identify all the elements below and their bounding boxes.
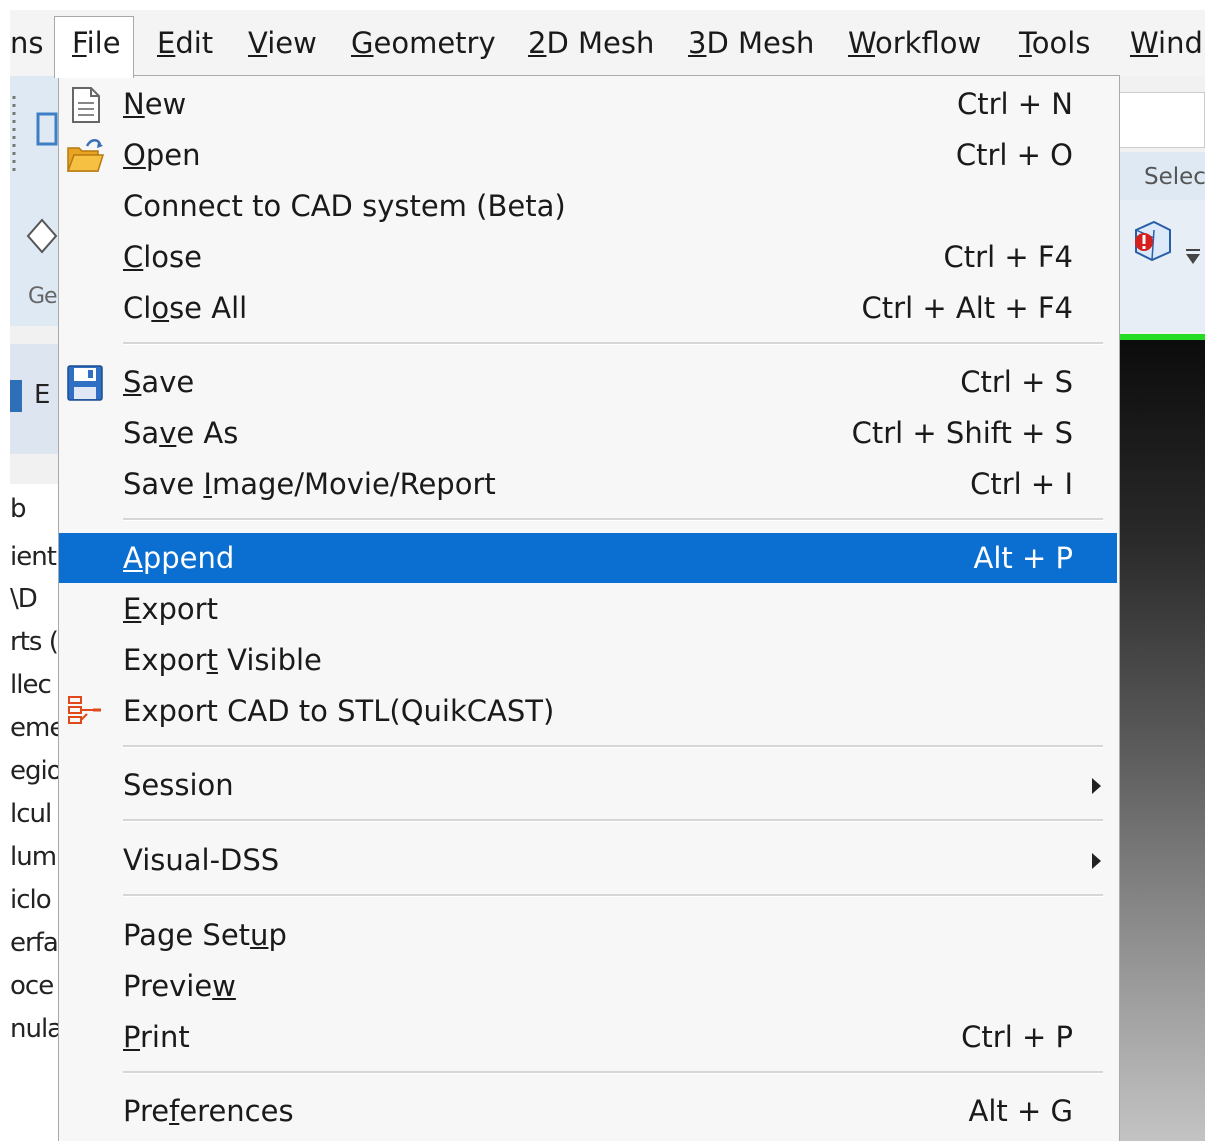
shortcut-label: Ctrl + S bbox=[960, 365, 1073, 399]
tree-item[interactable]: oce bbox=[10, 971, 54, 1001]
menu-item-close-all[interactable]: Close All Ctrl + Alt + F4 bbox=[59, 283, 1117, 333]
shortcut-label: Alt + G bbox=[968, 1094, 1073, 1128]
menu-separator bbox=[123, 1071, 1103, 1074]
tree-item[interactable]: erfa bbox=[10, 928, 59, 958]
menu-item-session[interactable]: Session bbox=[59, 760, 1117, 810]
menu-item-connect-cad[interactable]: Connect to CAD system (Beta) bbox=[59, 181, 1117, 231]
menu-file[interactable]: File bbox=[72, 26, 121, 60]
menu-item-new[interactable]: New Ctrl + N bbox=[59, 79, 1117, 129]
menu-edit[interactable]: Edit bbox=[157, 26, 213, 60]
select-tab-label[interactable]: Selec bbox=[1144, 164, 1205, 190]
tree-item[interactable]: lum bbox=[10, 842, 57, 872]
menu-item-label: Save Image/Movie/Report bbox=[123, 467, 496, 501]
menu-item-export[interactable]: Export bbox=[59, 584, 1117, 634]
ribbon-dotted-grip-icon bbox=[12, 96, 58, 174]
menu-item-close[interactable]: Close Ctrl + F4 bbox=[59, 232, 1117, 282]
tree-item[interactable]: llec bbox=[10, 670, 52, 700]
new-file-icon bbox=[72, 87, 100, 123]
right-toolbar-field bbox=[1118, 92, 1205, 148]
menu-item-preview[interactable]: Preview bbox=[59, 961, 1117, 1011]
shortcut-label: Ctrl + I bbox=[970, 467, 1073, 501]
3d-viewport[interactable] bbox=[1118, 334, 1205, 1141]
tree-tab-label: E bbox=[34, 380, 50, 410]
menu-3d-mesh[interactable]: 3D Mesh bbox=[688, 26, 814, 60]
menu-workflow[interactable]: Workflow bbox=[848, 26, 981, 60]
menu-item-page-setup[interactable]: Page Setup bbox=[59, 910, 1117, 960]
menu-item-label: Export bbox=[123, 592, 218, 626]
shortcut-label: Ctrl + N bbox=[956, 87, 1073, 121]
menu-item-label: Print bbox=[123, 1020, 190, 1054]
ribbon-label-geometry: Ge bbox=[28, 284, 58, 309]
tree-tab-icon bbox=[10, 380, 22, 412]
tree-item[interactable]: nula bbox=[10, 1014, 60, 1044]
shortcut-label: Ctrl + P bbox=[961, 1020, 1073, 1054]
menu-separator bbox=[123, 819, 1103, 822]
menu-item-label: Preferences bbox=[123, 1094, 294, 1128]
tree-item[interactable]: egio bbox=[10, 756, 60, 786]
toolbar-dropdown-icon[interactable] bbox=[1184, 248, 1202, 268]
open-folder-icon bbox=[66, 139, 105, 172]
menu-item-label: Close All bbox=[123, 291, 248, 325]
menu-item-label: Close bbox=[123, 240, 203, 274]
submenu-arrow-icon bbox=[1092, 853, 1101, 869]
geometry-diamond-icon bbox=[26, 218, 58, 254]
file-menu-dropdown: New Ctrl + N Open Ctrl + O Connect to CA… bbox=[58, 75, 1120, 1141]
menu-item-label: Append bbox=[123, 541, 235, 575]
menu-item-label: New bbox=[123, 87, 187, 121]
menu-item-export-visible[interactable]: Export Visible bbox=[59, 635, 1117, 685]
menu-bar: ns File Edit View Geometry 2D Mesh 3D Me… bbox=[10, 10, 1205, 78]
export-stl-icon bbox=[68, 696, 101, 724]
menu-2d-mesh[interactable]: 2D Mesh bbox=[528, 26, 654, 60]
shortcut-label: Ctrl + Alt + F4 bbox=[861, 291, 1073, 325]
menu-item-label: Save As bbox=[123, 416, 239, 450]
shortcut-label: Ctrl + F4 bbox=[943, 240, 1073, 274]
shortcut-label: Alt + P bbox=[973, 541, 1074, 575]
menu-tools[interactable]: Tools bbox=[1019, 26, 1090, 60]
menu-separator bbox=[123, 894, 1103, 897]
tree-item[interactable]: iclo bbox=[10, 885, 52, 915]
menu-item-partial[interactable]: ns bbox=[10, 26, 44, 60]
menu-item-label: Visual-DSS bbox=[123, 843, 280, 877]
tree-item[interactable]: rts ( bbox=[10, 627, 59, 657]
menu-item-label: Session bbox=[123, 768, 234, 802]
menu-item-label: Export Visible bbox=[123, 643, 322, 677]
tree-item[interactable]: b bbox=[10, 494, 26, 524]
submenu-arrow-icon bbox=[1092, 778, 1101, 794]
mesh-cube-warning-icon[interactable] bbox=[1128, 216, 1176, 264]
menu-item-print[interactable]: Print Ctrl + P bbox=[59, 1012, 1117, 1062]
menu-item-save[interactable]: Save Ctrl + S bbox=[59, 357, 1117, 407]
menu-item-append[interactable]: Append Alt + P bbox=[59, 533, 1117, 583]
menu-item-label: Open bbox=[123, 138, 201, 172]
menu-item-preferences[interactable]: Preferences Alt + G bbox=[59, 1086, 1117, 1136]
menu-item-save-as[interactable]: Save As Ctrl + Shift + S bbox=[59, 408, 1117, 458]
menu-item-save-image[interactable]: Save Image/Movie/Report Ctrl + I bbox=[59, 459, 1117, 509]
left-background-panel: Ge E b ient \D rts ( llec eme egio lcul … bbox=[10, 76, 60, 1141]
menu-item-label: Export CAD to STL(QuikCAST) bbox=[123, 694, 555, 728]
menu-item-export-cad-stl[interactable]: Export CAD to STL(QuikCAST) bbox=[59, 686, 1117, 736]
menu-item-label: Preview bbox=[123, 969, 236, 1003]
shortcut-label: Ctrl + O bbox=[955, 138, 1073, 172]
tree-item[interactable]: \D bbox=[10, 584, 38, 614]
menu-separator bbox=[123, 342, 1103, 345]
shortcut-label: Ctrl + Shift + S bbox=[851, 416, 1073, 450]
tree-item[interactable]: lcul bbox=[10, 799, 52, 829]
menu-item-label: Connect to CAD system (Beta) bbox=[123, 189, 566, 223]
menu-item-visual-dss[interactable]: Visual-DSS bbox=[59, 835, 1117, 885]
menu-item-label: Save bbox=[123, 365, 195, 399]
menu-geometry[interactable]: Geometry bbox=[351, 26, 496, 60]
tree-item[interactable]: eme bbox=[10, 713, 60, 743]
menu-separator bbox=[123, 518, 1103, 521]
menu-separator bbox=[123, 745, 1103, 748]
floppy-disk-icon bbox=[67, 365, 103, 401]
menu-item-label: Page Setup bbox=[123, 918, 287, 952]
right-background-panel: Selec bbox=[1118, 76, 1205, 1141]
menu-view[interactable]: View bbox=[248, 26, 317, 60]
tree-item[interactable]: ient bbox=[10, 542, 57, 572]
menu-item-open[interactable]: Open Ctrl + O bbox=[59, 130, 1117, 180]
menu-window[interactable]: Wind bbox=[1130, 26, 1203, 60]
